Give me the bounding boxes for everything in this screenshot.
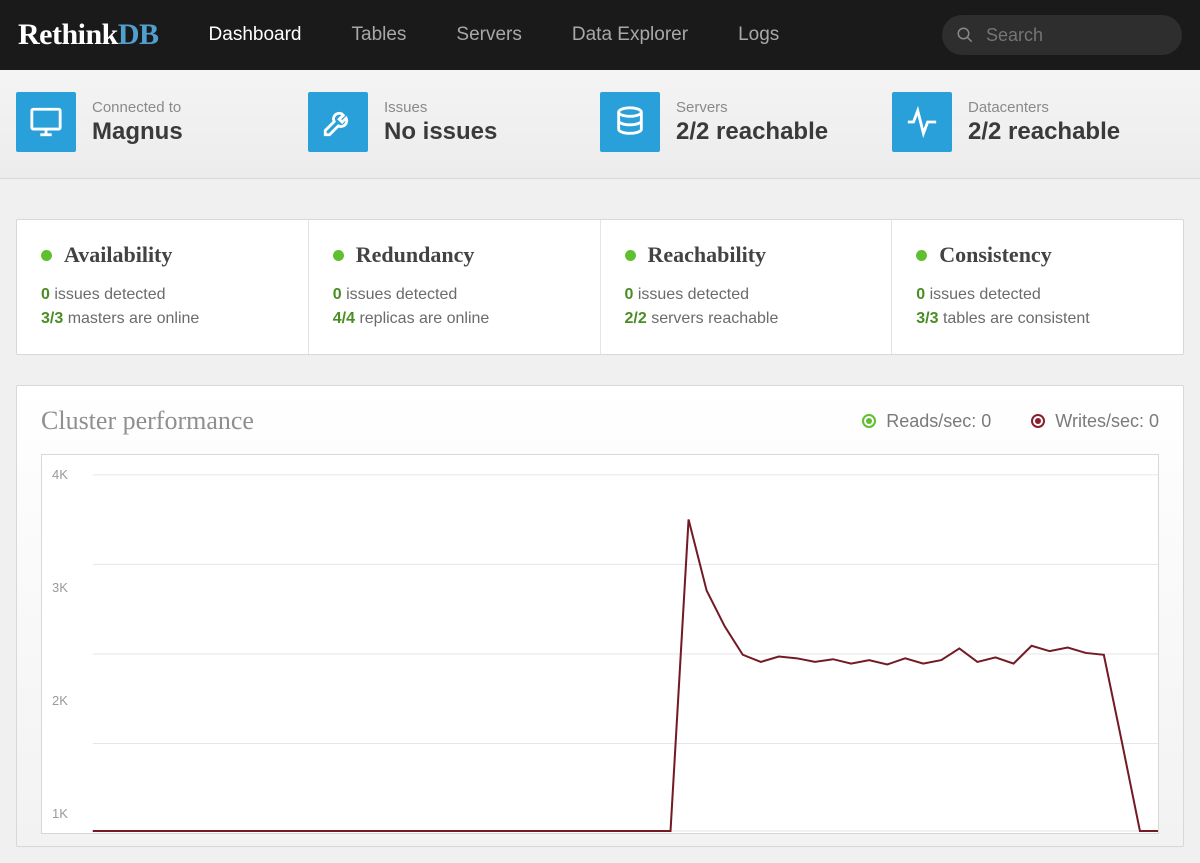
status-dot-icon: [625, 250, 636, 261]
panel-line2-bold: 4/4: [333, 310, 355, 327]
legend-writes-label: Writes/sec: 0: [1055, 411, 1159, 432]
panel-title: Consistency: [939, 242, 1051, 268]
chart-card: Cluster performance Reads/sec: 0 Writes/…: [16, 385, 1184, 847]
panel-line2-rest: replicas are online: [355, 310, 489, 327]
status-dot-icon: [41, 250, 52, 261]
legend-reads-label: Reads/sec: 0: [886, 411, 991, 432]
brand-suffix: DB: [118, 18, 159, 51]
wrench-icon: [308, 92, 368, 152]
nav-dashboard[interactable]: Dashboard: [209, 24, 302, 46]
status-datacenters-value: 2/2 reachable: [968, 118, 1120, 146]
panel-line1-rest: issues detected: [50, 286, 166, 303]
brand-logo: RethinkDB: [18, 18, 159, 52]
status-strip: Connected to Magnus Issues No issues Ser…: [0, 70, 1200, 179]
chart-plot: 4K 3K 2K 1K: [41, 454, 1159, 834]
panel-line2-bold: 3/3: [916, 310, 938, 327]
nav-tables[interactable]: Tables: [352, 24, 407, 46]
search-wrap: [942, 15, 1182, 55]
status-datacenters-label: Datacenters: [968, 99, 1120, 116]
status-connected: Connected to Magnus: [16, 92, 308, 152]
nav-servers[interactable]: Servers: [456, 24, 521, 46]
panel-title: Reachability: [648, 242, 767, 268]
status-issues: Issues No issues: [308, 92, 600, 152]
panel-line2-rest: servers reachable: [647, 310, 779, 327]
status-servers-value: 2/2 reachable: [676, 118, 828, 146]
status-dot-icon: [916, 250, 927, 261]
panel-redundancy: Redundancy 0 issues detected 4/4 replica…: [309, 220, 601, 354]
nav-links: Dashboard Tables Servers Data Explorer L…: [209, 24, 932, 46]
chart-grid: [93, 475, 1158, 831]
nav-logs[interactable]: Logs: [738, 24, 779, 46]
panel-line1-rest: issues detected: [342, 286, 458, 303]
panel-line2-bold: 3/3: [41, 310, 63, 327]
database-icon: [600, 92, 660, 152]
chart-legend: Reads/sec: 0 Writes/sec: 0: [862, 411, 1159, 432]
status-connected-label: Connected to: [92, 99, 183, 116]
nav-data-explorer[interactable]: Data Explorer: [572, 24, 688, 46]
search-input[interactable]: [942, 15, 1182, 55]
panel-reachability: Reachability 0 issues detected 2/2 serve…: [601, 220, 893, 354]
panel-title: Redundancy: [356, 242, 475, 268]
status-servers: Servers 2/2 reachable: [600, 92, 892, 152]
brand-name: Rethink: [18, 18, 118, 51]
chart-title: Cluster performance: [41, 406, 254, 436]
legend-reads: Reads/sec: 0: [862, 411, 991, 432]
panel-title: Availability: [64, 242, 172, 268]
panel-consistency: Consistency 0 issues detected 3/3 tables…: [892, 220, 1183, 354]
status-issues-label: Issues: [384, 99, 497, 116]
monitor-icon: [16, 92, 76, 152]
pulse-icon: [892, 92, 952, 152]
panel-line1-bold: 0: [333, 286, 342, 303]
panel-line2-bold: 2/2: [625, 310, 647, 327]
panel-line2-rest: masters are online: [63, 310, 199, 327]
search-icon: [956, 26, 974, 44]
panel-line1-bold: 0: [41, 286, 50, 303]
panel-availability: Availability 0 issues detected 3/3 maste…: [17, 220, 309, 354]
panel-line2-rest: tables are consistent: [939, 310, 1090, 327]
panel-line1-rest: issues detected: [925, 286, 1041, 303]
legend-dot-icon: [862, 414, 876, 428]
chart-svg: [42, 455, 1158, 833]
status-issues-value: No issues: [384, 118, 497, 146]
chart-header: Cluster performance Reads/sec: 0 Writes/…: [41, 406, 1159, 436]
legend-dot-icon: [1031, 414, 1045, 428]
legend-writes: Writes/sec: 0: [1031, 411, 1159, 432]
health-panels: Availability 0 issues detected 3/3 maste…: [16, 219, 1184, 355]
status-dot-icon: [333, 250, 344, 261]
status-servers-label: Servers: [676, 99, 828, 116]
status-datacenters: Datacenters 2/2 reachable: [892, 92, 1184, 152]
panel-line1-rest: issues detected: [633, 286, 749, 303]
chart-series-writes: [93, 519, 1158, 831]
panel-line1-bold: 0: [916, 286, 925, 303]
top-navbar: RethinkDB Dashboard Tables Servers Data …: [0, 0, 1200, 70]
status-connected-value: Magnus: [92, 118, 183, 146]
